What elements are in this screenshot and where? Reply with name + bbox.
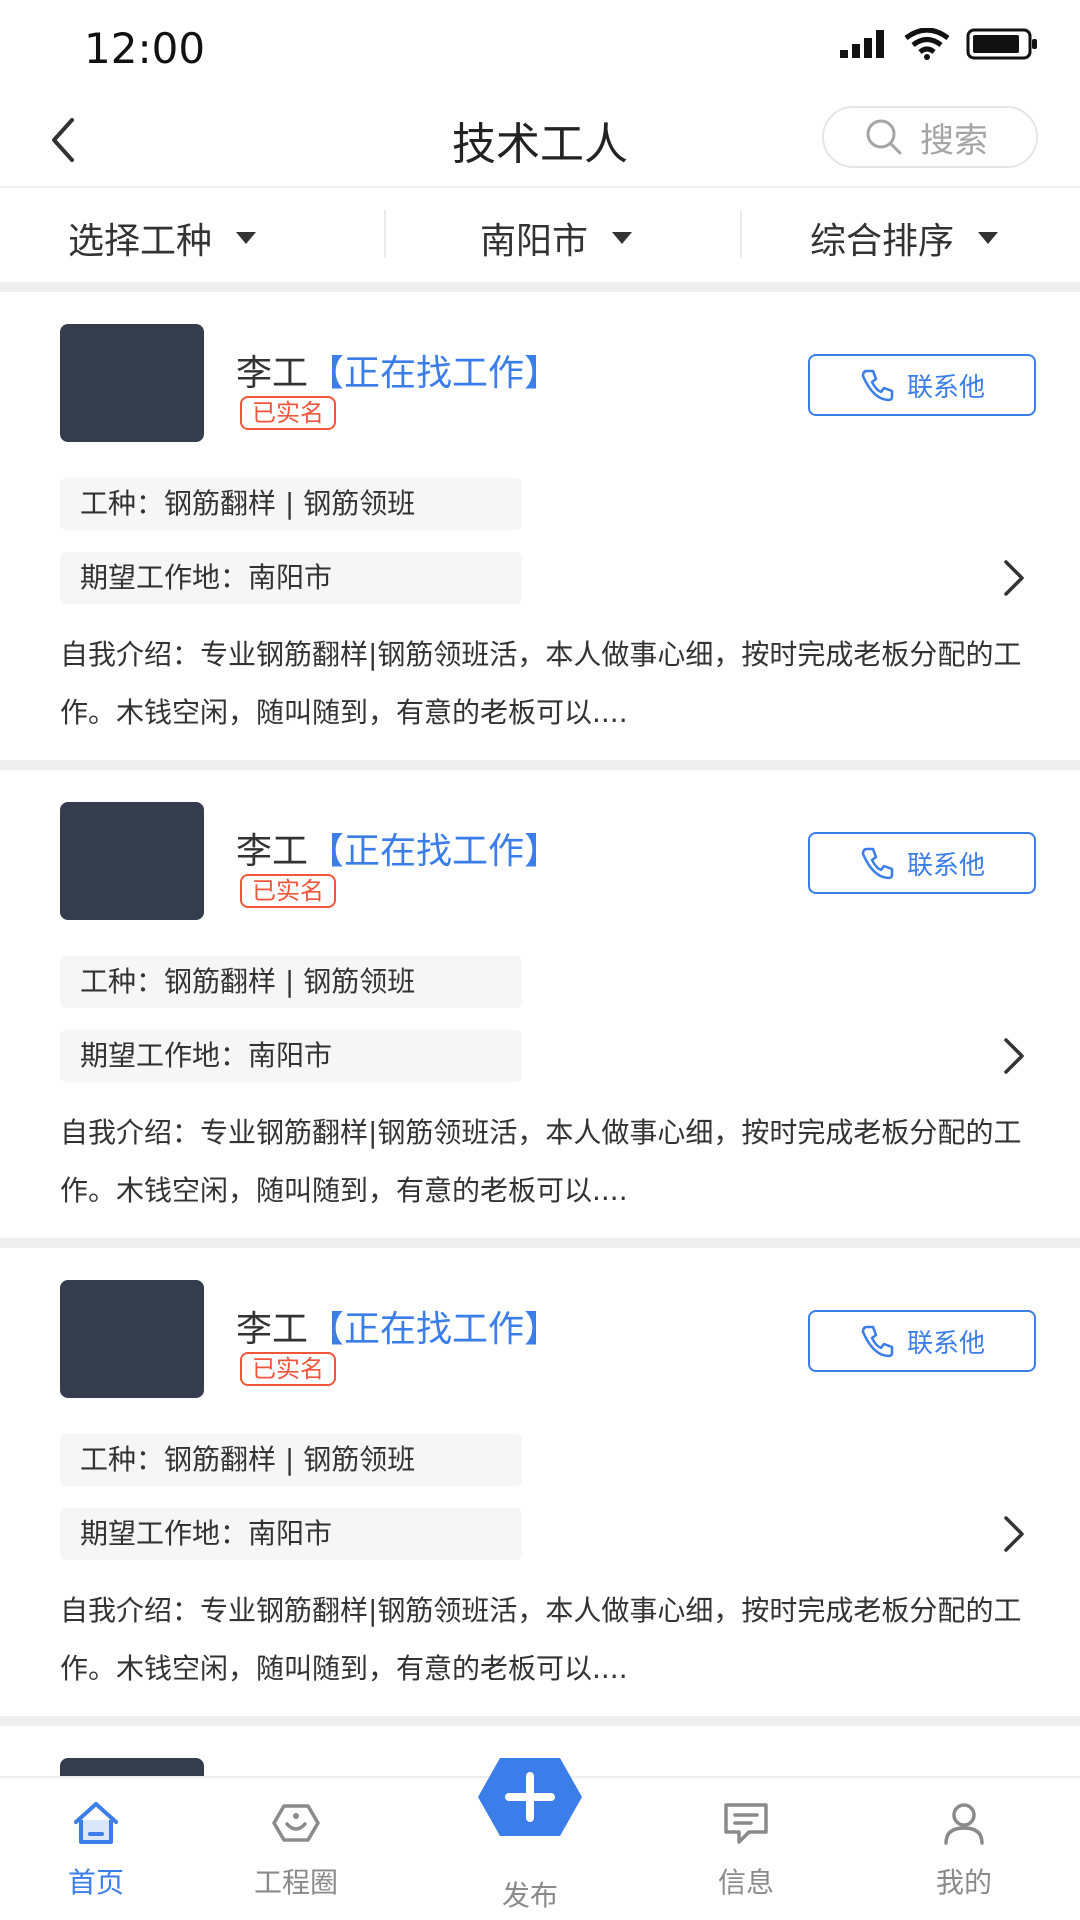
signal-icon	[840, 30, 884, 58]
tab-mine-label: 我的	[935, 1866, 992, 1899]
contact-button[interactable]: 联系他	[808, 1310, 1036, 1372]
section-divider	[0, 282, 1080, 292]
worker-name: 李工	[236, 831, 309, 872]
worker-intro: 自我介绍：专业钢筋翻样|钢筋领班活，本人做事心细，按时完成老板分配的工作。木钱空…	[60, 1116, 1022, 1207]
contact-button[interactable]: 联系他	[808, 354, 1036, 416]
filter-job-type[interactable]: 选择工种	[68, 212, 257, 264]
chevron-right-icon[interactable]	[1000, 558, 1028, 598]
worker-name-line: 李工【正在找工作】	[236, 344, 560, 396]
circle-icon	[272, 1804, 320, 1842]
dropdown-arrow-icon	[612, 232, 633, 244]
publish-plus-icon[interactable]	[476, 1756, 584, 1838]
filter-city[interactable]: 南阳市	[480, 212, 633, 264]
dropdown-arrow-icon	[978, 232, 999, 244]
tab-home[interactable]: 首页	[36, 1800, 156, 1901]
tab-engineering-circle[interactable]: 工程圈	[236, 1800, 356, 1901]
contact-label: 联系他	[906, 1328, 985, 1359]
avatar	[60, 802, 204, 920]
filter-job-type-label: 选择工种	[68, 221, 213, 262]
verified-badge: 已实名	[240, 396, 336, 430]
location-tag: 期望工作地：南阳市	[60, 552, 522, 604]
section-divider	[0, 1238, 1080, 1248]
phone-icon	[861, 1325, 894, 1358]
worker-name-line: 李工【正在找工作】	[236, 1300, 560, 1352]
header: 技术工人 搜索	[0, 92, 1080, 188]
worker-name: 李工	[236, 1309, 309, 1350]
chevron-right-icon[interactable]	[1000, 1514, 1028, 1554]
home-icon	[74, 1802, 118, 1844]
verified-badge: 已实名	[240, 874, 336, 908]
location-tag: 期望工作地：南阳市	[60, 1508, 522, 1560]
worker-card[interactable]: 李工【正在找工作】 已实名 联系他 工种：钢筋翻样 | 钢筋领班 期望工作地：南…	[0, 770, 1080, 1238]
back-arrow-icon[interactable]	[44, 114, 84, 166]
tab-publish-label[interactable]: 发布	[470, 1874, 590, 1914]
work-type-tag: 工种：钢筋翻样 | 钢筋领班	[60, 478, 522, 530]
filter-bar: 选择工种 南阳市 综合排序	[0, 190, 1080, 282]
tab-engineering-circle-label: 工程圈	[253, 1866, 338, 1899]
dropdown-arrow-icon	[236, 232, 257, 244]
bottom-tab-bar: 首页 工程圈 发布 信息 我的	[0, 1758, 1080, 1920]
work-type-tag: 工种：钢筋翻样 | 钢筋领班	[60, 956, 522, 1008]
tab-home-label: 首页	[67, 1866, 124, 1899]
phone-icon	[861, 847, 894, 880]
wifi-icon	[904, 28, 950, 60]
divider	[740, 210, 742, 258]
search-icon	[866, 119, 902, 155]
tab-messages[interactable]: 信息	[686, 1800, 806, 1901]
tab-messages-label: 信息	[717, 1866, 774, 1899]
section-divider	[0, 760, 1080, 770]
worker-card[interactable]: 李工【正在找工作】 已实名 联系他 工种：钢筋翻样 | 钢筋领班 期望工作地：南…	[0, 292, 1080, 760]
search-input[interactable]: 搜索	[822, 106, 1038, 168]
contact-label: 联系他	[906, 372, 985, 403]
contact-button[interactable]: 联系他	[808, 832, 1036, 894]
phone-icon	[861, 369, 894, 402]
work-type-tag: 工种：钢筋翻样 | 钢筋领班	[60, 1434, 522, 1486]
filter-city-label: 南阳市	[480, 221, 589, 262]
worker-intro: 自我介绍：专业钢筋翻样|钢筋领班活，本人做事心细，按时完成老板分配的工作。木钱空…	[60, 638, 1022, 729]
worker-name-line: 李工【正在找工作】	[236, 822, 560, 874]
divider	[384, 210, 386, 258]
filter-sort[interactable]: 综合排序	[810, 212, 999, 264]
battery-icon	[966, 28, 1037, 60]
location-tag: 期望工作地：南阳市	[60, 1030, 522, 1082]
verified-badge: 已实名	[240, 1352, 336, 1386]
section-divider	[0, 1716, 1080, 1726]
status-icons	[840, 28, 1038, 60]
user-icon	[944, 1803, 984, 1845]
status-time: 12:00	[84, 24, 206, 73]
tab-mine[interactable]: 我的	[904, 1800, 1024, 1901]
message-icon	[724, 1803, 768, 1844]
worker-name: 李工	[236, 353, 309, 394]
filter-sort-label: 综合排序	[810, 221, 955, 262]
worker-status: 【正在找工作】	[308, 353, 561, 394]
avatar	[60, 324, 204, 442]
worker-status: 【正在找工作】	[308, 831, 561, 872]
avatar	[60, 1280, 204, 1398]
status-bar: 12:00	[0, 0, 1080, 92]
contact-label: 联系他	[906, 850, 985, 881]
chevron-right-icon[interactable]	[1000, 1036, 1028, 1076]
worker-card[interactable]: 李工【正在找工作】 已实名 联系他 工种：钢筋翻样 | 钢筋领班 期望工作地：南…	[0, 1248, 1080, 1716]
worker-intro: 自我介绍：专业钢筋翻样|钢筋领班活，本人做事心细，按时完成老板分配的工作。木钱空…	[60, 1594, 1022, 1685]
worker-status: 【正在找工作】	[308, 1309, 561, 1350]
search-placeholder: 搜索	[920, 120, 988, 161]
